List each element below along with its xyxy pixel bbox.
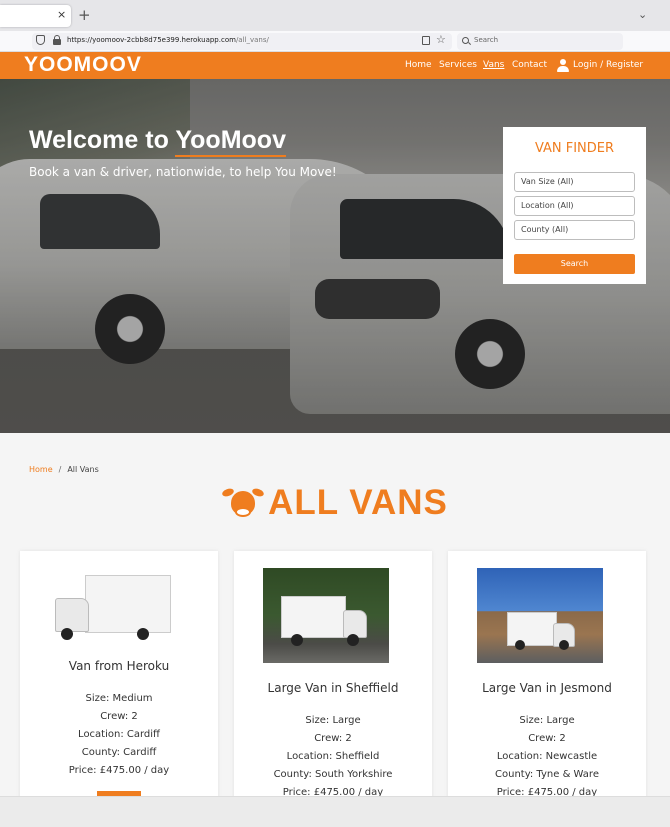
county-select[interactable]: County (All) (514, 220, 635, 240)
browser-window: × + ⌄ https://yoomoov-2cbb8d75e399.herok… (0, 0, 670, 827)
van-card-size: Size: Medium (85, 693, 153, 704)
van-card-crew: Crew: 2 (100, 711, 138, 722)
van-finder-panel: VAN FINDER Van Size (All) Location (All)… (503, 127, 646, 284)
van-card-county: County: Cardiff (81, 747, 157, 758)
tab-strip: × + ⌄ (0, 0, 670, 31)
site-header: YOOMOOV Home Services Vans Contact Login… (0, 52, 670, 79)
hero-banner: Welcome to YooMoov Book a van & driver, … (0, 79, 670, 433)
new-tab-icon[interactable]: + (78, 6, 91, 24)
van-card-title[interactable]: Van from Heroku (20, 659, 218, 673)
section-heading: ALL VANS (0, 483, 670, 523)
reader-view-icon[interactable] (422, 36, 430, 45)
van-size-select[interactable]: Van Size (All) (514, 172, 635, 192)
van-card-county: County: Tyne & Ware (495, 769, 599, 780)
van-card-crew: Crew: 2 (528, 733, 566, 744)
all-vans-section: Home / All Vans ALL VANS Van from Heroku S… (0, 433, 670, 796)
hero-subtitle: Book a van & driver, nationwide, to help… (29, 165, 337, 179)
van-card[interactable]: Van from Heroku Size: Medium Crew: 2 Loc… (20, 551, 218, 796)
user-icon[interactable] (557, 59, 569, 72)
van-card-location: Location: Sheffield (286, 751, 380, 762)
van-card-title[interactable]: Large Van in Jesmond (448, 681, 646, 695)
breadcrumb: Home / All Vans (29, 465, 99, 474)
van-card-location: Location: Cardiff (78, 729, 160, 740)
url-text[interactable]: https://yoomoov-2cbb8d75e399.herokuapp.c… (67, 36, 269, 44)
van-finder-title: VAN FINDER (534, 141, 615, 156)
van-card-price: Price: £475.00 / day (68, 765, 170, 776)
url-path: /all_vans/ (235, 36, 269, 44)
van-card-price: Price: £475.00 / day (282, 787, 384, 796)
van-card[interactable]: Large Van in Sheffield Size: Large Crew:… (234, 551, 432, 796)
browser-search-placeholder: Search (474, 36, 499, 44)
breadcrumb-home[interactable]: Home (29, 465, 53, 474)
nav-home[interactable]: Home (405, 60, 432, 70)
van-card[interactable]: Large Van in Jesmond Size: Large Crew: 2… (448, 551, 646, 796)
url-host: https://yoomoov-2cbb8d75e399.herokuapp.c… (67, 36, 236, 44)
browser-tab[interactable]: × (0, 5, 71, 27)
van-card-price: Price: £475.00 / day (496, 787, 598, 796)
van-card-location: Location: Newcastle (496, 751, 598, 762)
van-photo[interactable] (477, 568, 603, 663)
lock-icon[interactable] (53, 35, 61, 45)
tab-list-chevron-icon[interactable]: ⌄ (638, 8, 647, 21)
van-photo[interactable] (49, 568, 175, 663)
location-select[interactable]: Location (All) (514, 196, 635, 216)
van-card-crew: Crew: 2 (314, 733, 352, 744)
van-card-title[interactable]: Large Van in Sheffield (234, 681, 432, 695)
bookmark-star-icon[interactable]: ☆ (436, 33, 446, 46)
van-card-county: County: South Yorkshire (273, 769, 393, 780)
browser-toolbar: https://yoomoov-2cbb8d75e399.herokuapp.c… (0, 31, 670, 52)
van-card-size: Size: Large (305, 715, 361, 726)
section-title: ALL VANS (268, 483, 448, 522)
hero-title-brand: YooMoov (175, 126, 286, 157)
search-icon (462, 37, 469, 44)
cow-logo-icon (221, 483, 265, 523)
nav-vans[interactable]: Vans (483, 60, 504, 70)
nav-login-register[interactable]: Login / Register (573, 60, 643, 70)
close-tab-icon[interactable]: × (57, 8, 66, 21)
van-card-size: Size: Large (519, 715, 575, 726)
breadcrumb-current: All Vans (67, 465, 99, 474)
nav-services[interactable]: Services (439, 60, 477, 70)
hero-title: Welcome to YooMoov (29, 126, 286, 157)
browser-bottom-bar (0, 796, 670, 827)
breadcrumb-separator: / (58, 465, 62, 474)
shield-icon[interactable] (36, 35, 45, 45)
van-photo[interactable] (263, 568, 389, 663)
hero-title-prefix: Welcome to (29, 126, 176, 154)
van-finder-search-button[interactable]: Search (514, 254, 635, 274)
site-logo[interactable]: YOOMOOV (24, 53, 142, 77)
nav-contact[interactable]: Contact (512, 60, 547, 70)
